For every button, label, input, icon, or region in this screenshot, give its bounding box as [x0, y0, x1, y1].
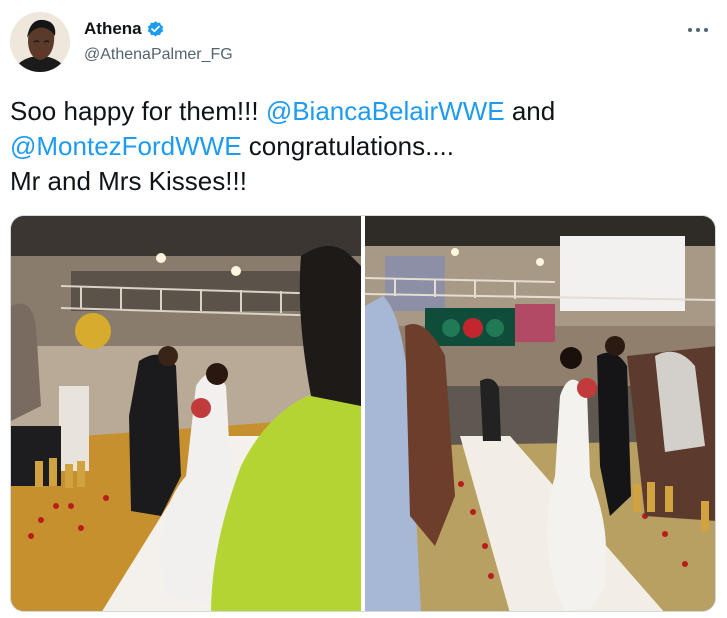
wedding-aisle-image: [365, 216, 715, 611]
verified-badge-icon: [147, 20, 163, 37]
author-display-name[interactable]: Athena: [84, 19, 142, 39]
user-avatar-icon: [10, 12, 70, 72]
tweet-media: [10, 215, 716, 612]
tweet-text-part: congratulations....: [241, 131, 455, 161]
tweet-text-part: Mr and Mrs Kisses!!!: [10, 166, 247, 196]
tweet-text-part: Soo happy for them!!!: [10, 96, 266, 126]
wedding-aisle-image: [11, 216, 361, 611]
wedding-photo-right[interactable]: [365, 216, 715, 611]
author-avatar[interactable]: [10, 12, 70, 72]
tweet-text: Soo happy for them!!! @BiancaBelairWWE a…: [10, 94, 710, 199]
mention-link-montez[interactable]: @MontezFordWWE: [10, 131, 242, 161]
wedding-photo-left[interactable]: [11, 216, 361, 611]
tweet-text-part: and: [504, 96, 556, 126]
mention-link-bianca[interactable]: @BiancaBelairWWE: [266, 96, 505, 126]
author-handle[interactable]: @AthenaPalmer_FG: [84, 46, 233, 64]
tweet-header: Athena @AthenaPalmer_FG: [10, 12, 717, 76]
more-options-icon[interactable]: [687, 20, 713, 40]
